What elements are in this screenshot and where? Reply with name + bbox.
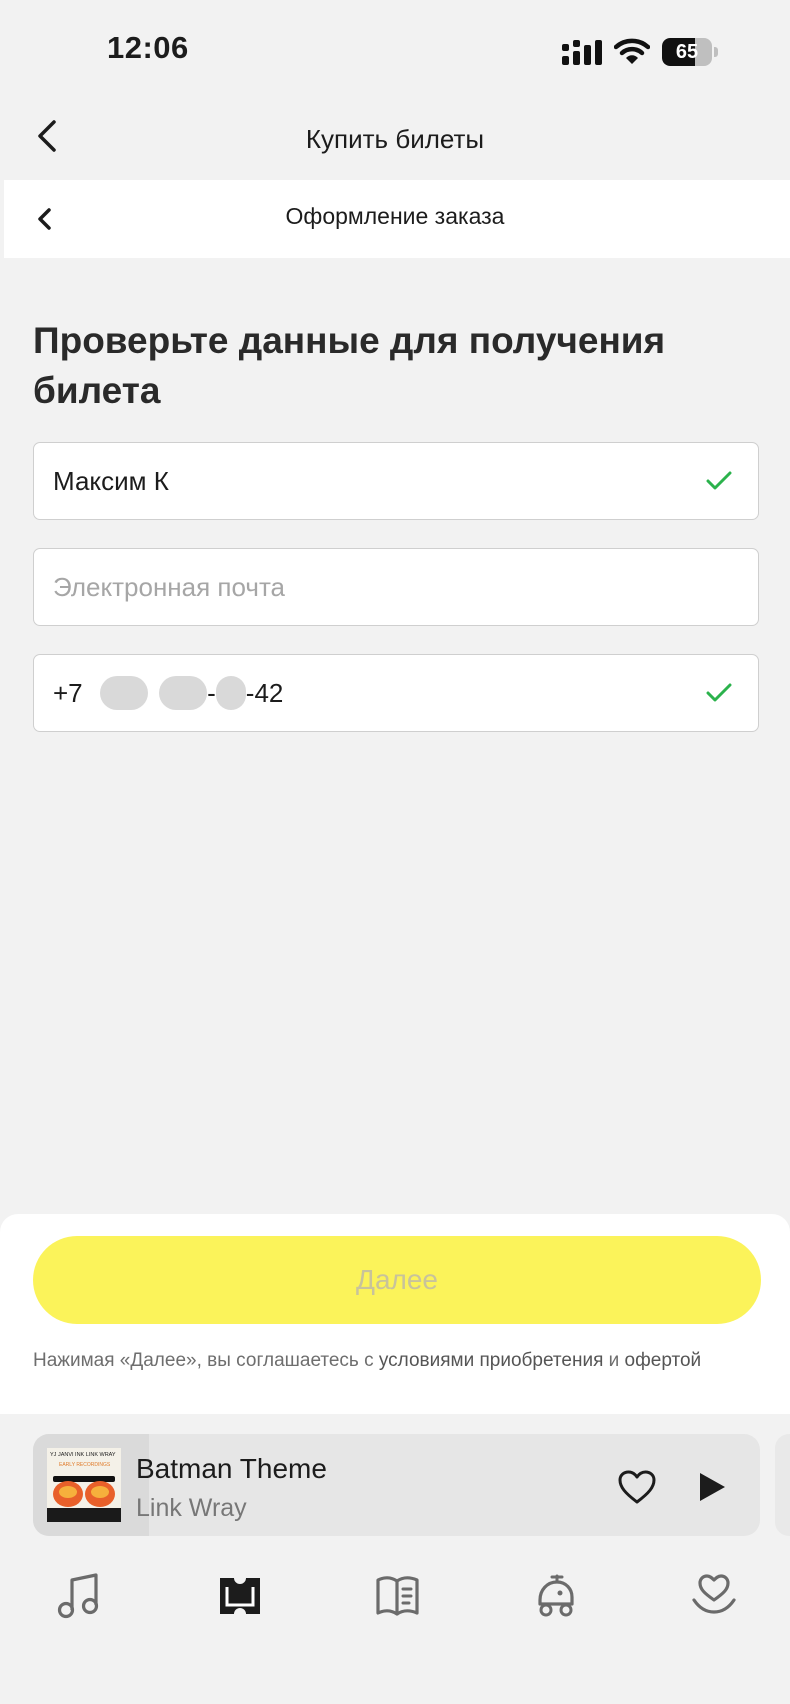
page-title: Купить билеты: [305, 124, 485, 154]
status-time: 12:06: [107, 30, 189, 65]
music-note-icon[interactable]: [54, 1570, 106, 1622]
play-icon[interactable]: [696, 1470, 728, 1504]
phone-separator: -: [207, 678, 216, 708]
check-icon: [706, 683, 732, 702]
terms-middle: и: [603, 1350, 625, 1371]
next-button[interactable]: Далее: [33, 1236, 761, 1324]
battery-percent: 65: [675, 41, 699, 63]
heart-icon[interactable]: [617, 1469, 657, 1505]
terms-lead: Нажимая «Далее», вы соглашаетесь с: [33, 1350, 379, 1371]
kids-icon[interactable]: [530, 1570, 582, 1622]
form-heading: Проверьте данные для получения билета: [33, 320, 666, 411]
phone-field[interactable]: +7 - -42: [33, 654, 759, 732]
check-icon: [706, 471, 732, 490]
battery-indicator: 65: [662, 38, 720, 66]
track-title: Batman Theme: [136, 1453, 327, 1484]
track-artist: Link Wray: [136, 1494, 247, 1522]
cover-subtitle-text: EARLY RECORDINGS: [59, 1462, 111, 1468]
name-field[interactable]: Максим К: [33, 442, 759, 520]
offer-link[interactable]: офертой: [625, 1350, 702, 1371]
phone-redacted-block: [159, 676, 208, 711]
cellular-signal-icon: [562, 40, 602, 65]
cover-title-text: YJ JANVI INK LINK WRAY: [50, 1452, 116, 1458]
phone-redacted-block: [99, 676, 148, 711]
ticket-icon[interactable]: [214, 1570, 266, 1622]
terms-text: Нажимая «Далее», вы соглашаетесь с услов…: [33, 1346, 763, 1376]
wifi-icon: [614, 38, 650, 64]
email-placeholder: Электронная почта: [53, 572, 286, 602]
email-field[interactable]: Электронная почта: [33, 548, 759, 626]
next-card-edge[interactable]: [775, 1434, 790, 1536]
phone-value: +7 - -42: [53, 655, 283, 731]
subheader-title: Оформление заказа: [285, 203, 505, 229]
name-value: Максим К: [53, 466, 169, 496]
book-icon[interactable]: [372, 1570, 424, 1622]
phone-redacted-block: [215, 676, 246, 711]
album-cover: YJ JANVI INK LINK WRAY EARLY RECORDINGS: [47, 1448, 121, 1522]
phone-suffix: -42: [245, 678, 284, 708]
phone-prefix: +7: [53, 678, 83, 708]
heart-hand-icon[interactable]: [688, 1570, 740, 1622]
terms-conditions-link[interactable]: условиями приобретения: [379, 1350, 603, 1371]
